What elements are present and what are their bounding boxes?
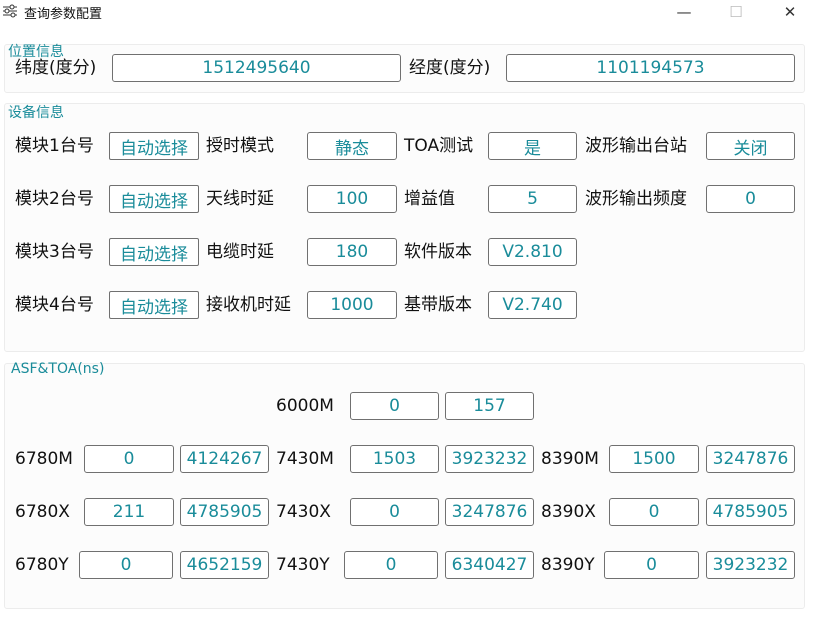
waveform-station-field[interactable]: 关闭 (706, 132, 795, 160)
station-8390m-label: 8390M (541, 449, 599, 469)
toa-test-label: TOA测试 (404, 136, 474, 156)
station-8390m-asf-field[interactable]: 1500 (609, 445, 699, 473)
minimize-button[interactable]: — (662, 0, 706, 24)
maximize-button[interactable]: ☐ (714, 0, 758, 24)
station-6780x-toa-field[interactable]: 4785905 (180, 498, 269, 526)
station-6780x-asf-field[interactable]: 211 (84, 498, 174, 526)
device-group-title: 设备信息 (8, 105, 64, 121)
receiver-delay-field[interactable]: 1000 (307, 291, 397, 319)
timing-mode-label: 授时模式 (206, 136, 274, 156)
software-version-field[interactable]: V2.810 (488, 238, 577, 266)
antenna-delay-field[interactable]: 100 (307, 185, 397, 213)
station-6780m-asf-field[interactable]: 0 (84, 445, 174, 473)
cable-delay-label: 电缆时延 (206, 242, 274, 262)
module2-label: 模块2台号 (15, 189, 94, 209)
gain-field[interactable]: 5 (488, 185, 577, 213)
station-6780x-label: 6780X (15, 502, 70, 522)
station-7430m-asf-field[interactable]: 1503 (350, 445, 439, 473)
close-icon: ✕ (783, 3, 797, 21)
latitude-label: 纬度(度分) (15, 58, 97, 78)
station-8390y-asf-field[interactable]: 0 (604, 551, 699, 579)
module3-select[interactable]: 自动选择 (109, 238, 199, 266)
gain-label: 增益值 (404, 189, 455, 209)
close-button[interactable]: ✕ (768, 0, 812, 24)
waveform-freq-field[interactable]: 0 (706, 185, 795, 213)
minimize-icon: — (676, 3, 692, 21)
station-6780m-label: 6780M (15, 449, 73, 469)
sliders-icon (3, 4, 17, 18)
station-6780y-label: 6780Y (15, 555, 69, 575)
station-8390y-toa-field[interactable]: 3923232 (706, 551, 795, 579)
station-7430y-asf-field[interactable]: 0 (344, 551, 438, 579)
station-6780y-asf-field[interactable]: 0 (79, 551, 173, 579)
baseband-version-field[interactable]: V2.740 (488, 291, 577, 319)
module1-label: 模块1台号 (15, 136, 94, 156)
maximize-icon: ☐ (729, 3, 743, 21)
module4-label: 模块4台号 (15, 295, 94, 315)
station-8390x-label: 8390X (541, 502, 596, 522)
station-8390m-toa-field[interactable]: 3247876 (706, 445, 795, 473)
station-7430x-label: 7430X (276, 502, 331, 522)
asf-toa-group-title: ASF&TOA(ns) (11, 361, 105, 377)
longitude-field[interactable]: 1101194573 (506, 54, 795, 82)
receiver-delay-label: 接收机时延 (206, 295, 291, 315)
station-8390y-label: 8390Y (541, 555, 595, 575)
waveform-station-label: 波形输出台站 (585, 136, 687, 156)
cable-delay-field[interactable]: 180 (307, 238, 397, 266)
station-7430y-toa-field[interactable]: 6340427 (445, 551, 534, 579)
software-version-label: 软件版本 (404, 242, 472, 262)
station-7430x-asf-field[interactable]: 0 (350, 498, 439, 526)
station-6000m-asf-field[interactable]: 0 (350, 392, 439, 420)
station-6780m-toa-field[interactable]: 4124267 (180, 445, 269, 473)
module2-select[interactable]: 自动选择 (109, 185, 199, 213)
longitude-label: 经度(度分) (409, 58, 491, 78)
module3-label: 模块3台号 (15, 242, 94, 262)
station-7430x-toa-field[interactable]: 3247876 (445, 498, 534, 526)
title-bar: 查询参数配置 — ☐ ✕ (0, 0, 815, 24)
station-8390x-asf-field[interactable]: 0 (609, 498, 699, 526)
station-6000m-label: 6000M (276, 396, 334, 416)
toa-test-field[interactable]: 是 (488, 132, 577, 160)
station-7430m-toa-field[interactable]: 3923232 (445, 445, 534, 473)
waveform-freq-label: 波形输出频度 (585, 189, 687, 209)
baseband-version-label: 基带版本 (404, 295, 472, 315)
module1-select[interactable]: 自动选择 (109, 132, 199, 160)
module4-select[interactable]: 自动选择 (109, 291, 199, 319)
timing-mode-field[interactable]: 静态 (307, 132, 397, 160)
latitude-field[interactable]: 1512495640 (112, 54, 401, 82)
station-6780y-toa-field[interactable]: 4652159 (180, 551, 269, 579)
antenna-delay-label: 天线时延 (206, 189, 274, 209)
station-7430m-label: 7430M (276, 449, 334, 469)
station-6000m-toa-field[interactable]: 157 (445, 392, 534, 420)
window-title: 查询参数配置 (24, 7, 103, 22)
station-8390x-toa-field[interactable]: 4785905 (706, 498, 795, 526)
station-7430y-label: 7430Y (276, 555, 330, 575)
